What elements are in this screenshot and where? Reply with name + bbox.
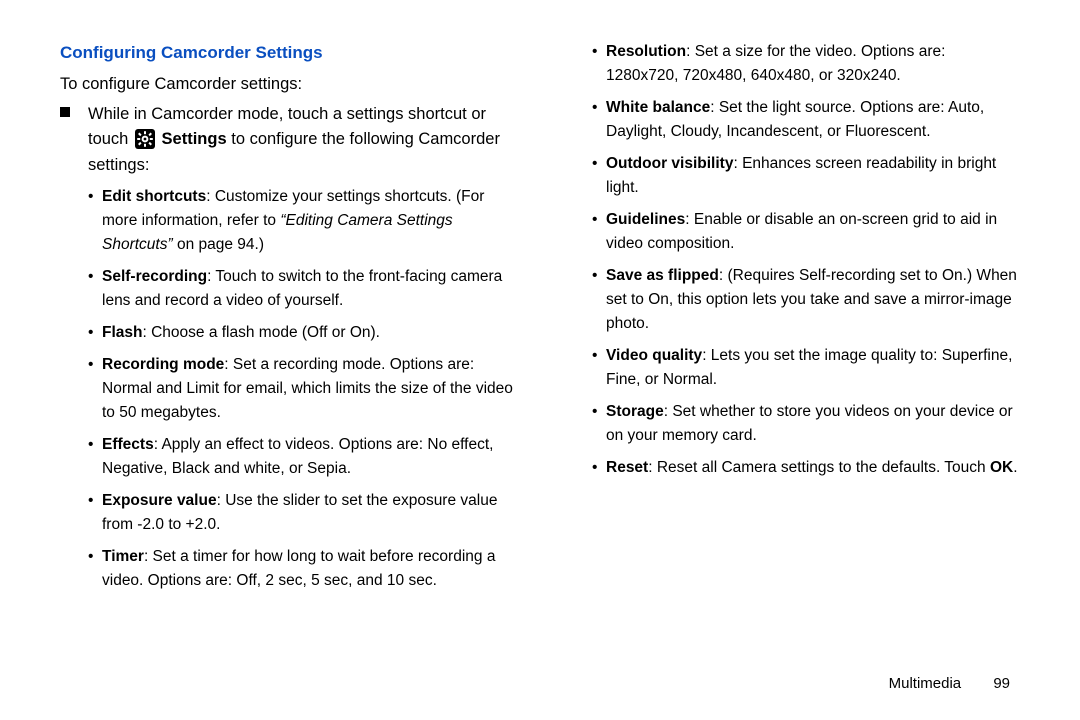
setting-item: Timer: Set a timer for how long to wait … <box>88 545 516 593</box>
setting-name: Guidelines <box>606 211 685 228</box>
setting-name: Timer <box>102 548 144 565</box>
setting-item: Resolution: Set a size for the video. Op… <box>592 40 1020 88</box>
level1-item: While in Camcorder mode, touch a setting… <box>60 102 516 601</box>
settings-label: Settings <box>162 130 227 148</box>
setting-name: Flash <box>102 324 142 341</box>
setting-name: Edit shortcuts <box>102 188 206 205</box>
setting-name: Resolution <box>606 43 686 60</box>
section-heading: Configuring Camcorder Settings <box>60 40 516 66</box>
intro-text: To configure Camcorder settings: <box>60 72 516 98</box>
setting-item: Save as flipped: (Requires Self-recordin… <box>592 264 1020 336</box>
setting-desc: : Set whether to store you videos on you… <box>606 403 1013 444</box>
setting-bold-tail: OK <box>990 459 1013 476</box>
setting-item: Recording mode: Set a recording mode. Op… <box>88 353 516 425</box>
setting-name: White balance <box>606 99 710 116</box>
setting-desc-tail: on page 94.) <box>173 236 264 253</box>
setting-name: Self-recording <box>102 268 207 285</box>
gear-icon <box>135 129 155 149</box>
setting-name: Storage <box>606 403 664 420</box>
setting-item: Guidelines: Enable or disable an on-scre… <box>592 208 1020 256</box>
right-sub-list: Resolution: Set a size for the video. Op… <box>564 40 1020 480</box>
square-bullet-icon <box>60 102 88 126</box>
setting-item: Edit shortcuts: Customize your settings … <box>88 185 516 257</box>
footer-page-number: 99 <box>993 675 1010 692</box>
footer-section: Multimedia <box>889 675 962 692</box>
setting-item: Self-recording: Touch to switch to the f… <box>88 265 516 313</box>
setting-item: White balance: Set the light source. Opt… <box>592 96 1020 144</box>
setting-item: Exposure value: Use the slider to set th… <box>88 489 516 537</box>
setting-desc: : Choose a flash mode (Off or On). <box>142 324 380 341</box>
setting-name: Recording mode <box>102 356 224 373</box>
page-footer: Multimedia 99 <box>889 675 1010 692</box>
setting-name: Save as flipped <box>606 267 719 284</box>
setting-item: Effects: Apply an effect to videos. Opti… <box>88 433 516 481</box>
setting-name: Effects <box>102 436 154 453</box>
setting-name: Outdoor visibility <box>606 155 733 172</box>
left-sub-list: Edit shortcuts: Customize your settings … <box>88 185 516 593</box>
setting-name: Exposure value <box>102 492 217 509</box>
setting-desc-tail: . <box>1013 459 1017 476</box>
left-column: Configuring Camcorder Settings To config… <box>60 40 516 601</box>
setting-desc: : Set a timer for how long to wait befor… <box>102 548 495 589</box>
setting-item: Flash: Choose a flash mode (Off or On). <box>88 321 516 345</box>
setting-desc: : Apply an effect to videos. Options are… <box>102 436 493 477</box>
setting-item: Outdoor visibility: Enhances screen read… <box>592 152 1020 200</box>
right-column: Resolution: Set a size for the video. Op… <box>564 40 1020 601</box>
setting-item: Storage: Set whether to store you videos… <box>592 400 1020 448</box>
setting-item: Video quality: Lets you set the image qu… <box>592 344 1020 392</box>
setting-name: Video quality <box>606 347 702 364</box>
setting-desc: : Reset all Camera settings to the defau… <box>648 459 990 476</box>
setting-name: Reset <box>606 459 648 476</box>
setting-item: Reset: Reset all Camera settings to the … <box>592 456 1020 480</box>
